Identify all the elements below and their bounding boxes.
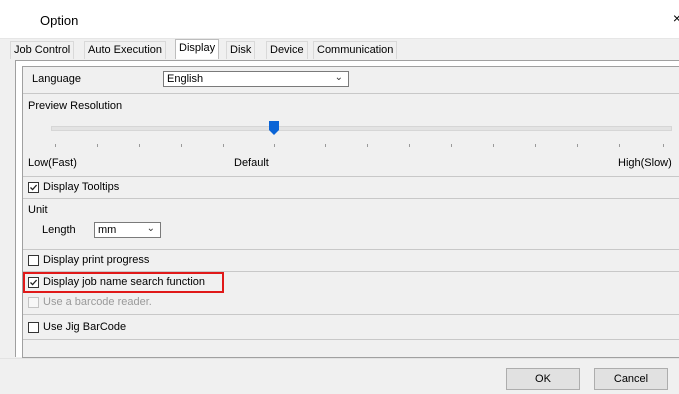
length-unit-value: mm <box>98 224 117 236</box>
resolution-slider-thumb[interactable] <box>269 121 279 135</box>
cancel-button[interactable]: Cancel <box>594 368 668 390</box>
slider-tick <box>451 144 452 147</box>
tooltips-group: Display Tooltips <box>23 177 679 199</box>
jig-barcode-label[interactable]: Use Jig BarCode <box>43 321 126 333</box>
window-title: Option <box>40 13 79 28</box>
barcode-reader-label: Use a barcode reader. <box>43 296 152 308</box>
slider-tick <box>97 144 98 147</box>
tab-display[interactable]: Display <box>175 39 220 59</box>
slider-tick <box>663 144 664 147</box>
low-fast-label: Low(Fast) <box>28 157 77 169</box>
slider-tick <box>409 144 410 147</box>
unit-title: Unit <box>28 204 48 216</box>
ok-button[interactable]: OK <box>506 368 580 390</box>
chevron-down-icon: ⌄ <box>334 72 343 83</box>
close-icon[interactable]: × <box>673 10 679 26</box>
display-print-progress-checkbox[interactable] <box>28 255 39 266</box>
unit-group: Unit Length mm ⌄ <box>23 199 679 250</box>
tab-job-control[interactable]: Job Control <box>10 41 75 59</box>
options-scroll-area: Language English ⌄ Preview Resolution Lo… <box>22 66 679 358</box>
slider-tick <box>367 144 368 147</box>
resolution-slider-track[interactable] <box>51 126 672 131</box>
barcode-reader-checkbox[interactable] <box>28 297 39 308</box>
red-highlight-box <box>23 272 224 293</box>
preview-resolution-group: Preview Resolution Low(Fast) Default Hig… <box>23 94 679 177</box>
footer-divider <box>0 358 679 359</box>
slider-tick <box>55 144 56 147</box>
title-bar: Option × <box>0 0 679 39</box>
chevron-down-icon: ⌄ <box>146 223 155 234</box>
language-value: English <box>167 73 204 85</box>
language-select[interactable]: English ⌄ <box>163 71 349 87</box>
slider-tick <box>493 144 494 147</box>
tab-communication[interactable]: Communication <box>313 41 398 59</box>
default-label: Default <box>234 157 269 169</box>
slider-tick <box>223 144 224 147</box>
slider-tick <box>619 144 620 147</box>
display-tooltips-label[interactable]: Display Tooltips <box>43 181 119 193</box>
jig-barcode-group: Use Jig BarCode <box>23 317 679 340</box>
tab-auto-execution[interactable]: Auto Execution <box>84 41 166 59</box>
jig-barcode-checkbox[interactable] <box>28 322 39 333</box>
slider-tick <box>274 144 275 147</box>
high-slow-label: High(Slow) <box>618 157 672 169</box>
slider-tick <box>577 144 578 147</box>
preview-resolution-title: Preview Resolution <box>28 100 123 112</box>
slider-tick <box>535 144 536 147</box>
slider-tick <box>181 144 182 147</box>
job-search-group: Display job name search function Use a b… <box>23 272 679 315</box>
display-tooltips-checkbox[interactable] <box>28 182 39 193</box>
display-panel: Language English ⌄ Preview Resolution Lo… <box>15 60 679 358</box>
checkmark-icon <box>30 184 38 191</box>
language-label: Language <box>32 73 81 85</box>
slider-tick <box>139 144 140 147</box>
language-group: Language English ⌄ <box>23 67 679 94</box>
option-dialog: Option × Job Control Auto Execution Disp… <box>0 0 679 394</box>
tab-disk[interactable]: Disk <box>226 41 256 59</box>
print-progress-group: Display print progress <box>23 250 679 272</box>
display-print-progress-label[interactable]: Display print progress <box>43 254 149 266</box>
tab-device[interactable]: Device <box>266 41 308 59</box>
length-unit-select[interactable]: mm ⌄ <box>94 222 161 238</box>
length-label: Length <box>42 224 76 236</box>
slider-tick <box>325 144 326 147</box>
